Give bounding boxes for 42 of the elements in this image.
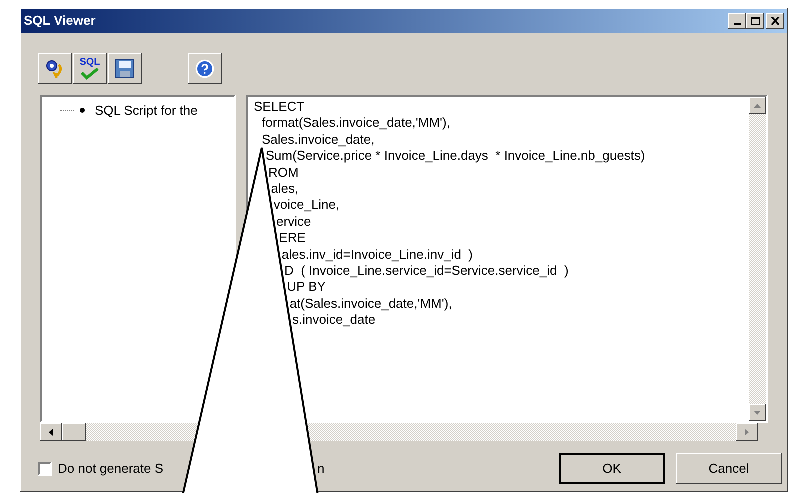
scroll-right-button[interactable]: [736, 423, 758, 441]
up-arrow-icon: [754, 104, 761, 108]
sql-line: ROM: [268, 164, 299, 180]
tree-connector: [60, 110, 74, 112]
dialog-button[interactable]: Cancel: [676, 453, 782, 484]
toolbar-button[interactable]: [108, 53, 142, 84]
sql-line: SELECT: [254, 99, 305, 114]
sql-line: UP BY: [287, 279, 326, 294]
sql-line: ERE: [279, 230, 306, 246]
left-arrow-icon: [49, 428, 53, 436]
checkbox-label[interactable]: n: [318, 458, 325, 478]
minimize-button[interactable]: [728, 13, 746, 29]
sql-line: ales,: [271, 180, 299, 196]
sql-line: voice_Line,: [274, 197, 340, 212]
scroll-down-button[interactable]: [749, 404, 766, 421]
maximize-button[interactable]: [746, 13, 764, 29]
close-button[interactable]: [766, 13, 784, 29]
right-arrow-icon: [745, 428, 749, 436]
sql-line: Sales.invoice_date,: [262, 132, 375, 147]
checkbox[interactable]: [38, 462, 52, 476]
sql-line: ervice: [276, 214, 312, 229]
bullet-icon: [80, 108, 85, 114]
sql-line: s.invoice_date: [292, 312, 376, 328]
checkbox-label[interactable]: Do not generate S: [58, 458, 164, 478]
toolbar-button[interactable]: SQL: [73, 53, 107, 84]
down-arrow-icon: [754, 410, 761, 414]
scroll-left-button[interactable]: [40, 423, 62, 441]
sql-line: D ( Invoice_Line.service_id=Service.service_id ): [284, 262, 569, 278]
scroll-thumb[interactable]: [62, 423, 86, 441]
vertical-scrollbar[interactable]: [749, 97, 766, 421]
help-icon: [195, 58, 215, 78]
sql-line: at(Sales.invoice_date,'MM'),: [290, 296, 452, 311]
tree-item[interactable]: SQL Script for the: [95, 101, 198, 120]
dialog-button[interactable]: OK: [559, 453, 665, 484]
sql-line: ales.inv_id=Invoice_Line.inv_id ): [282, 246, 473, 262]
scroll-up-button[interactable]: [749, 97, 766, 114]
close-icon: [770, 17, 780, 25]
window-title: SQL Viewer: [24, 12, 96, 30]
toolbar-button[interactable]: [188, 53, 222, 84]
sql-line: format(Sales.invoice_date,'MM'),: [262, 115, 450, 130]
sql-line: Sum(Service.price * Invoice_Line.days * Invoice_Line.nb_guests): [266, 148, 646, 164]
toolbar-button[interactable]: [38, 53, 72, 84]
